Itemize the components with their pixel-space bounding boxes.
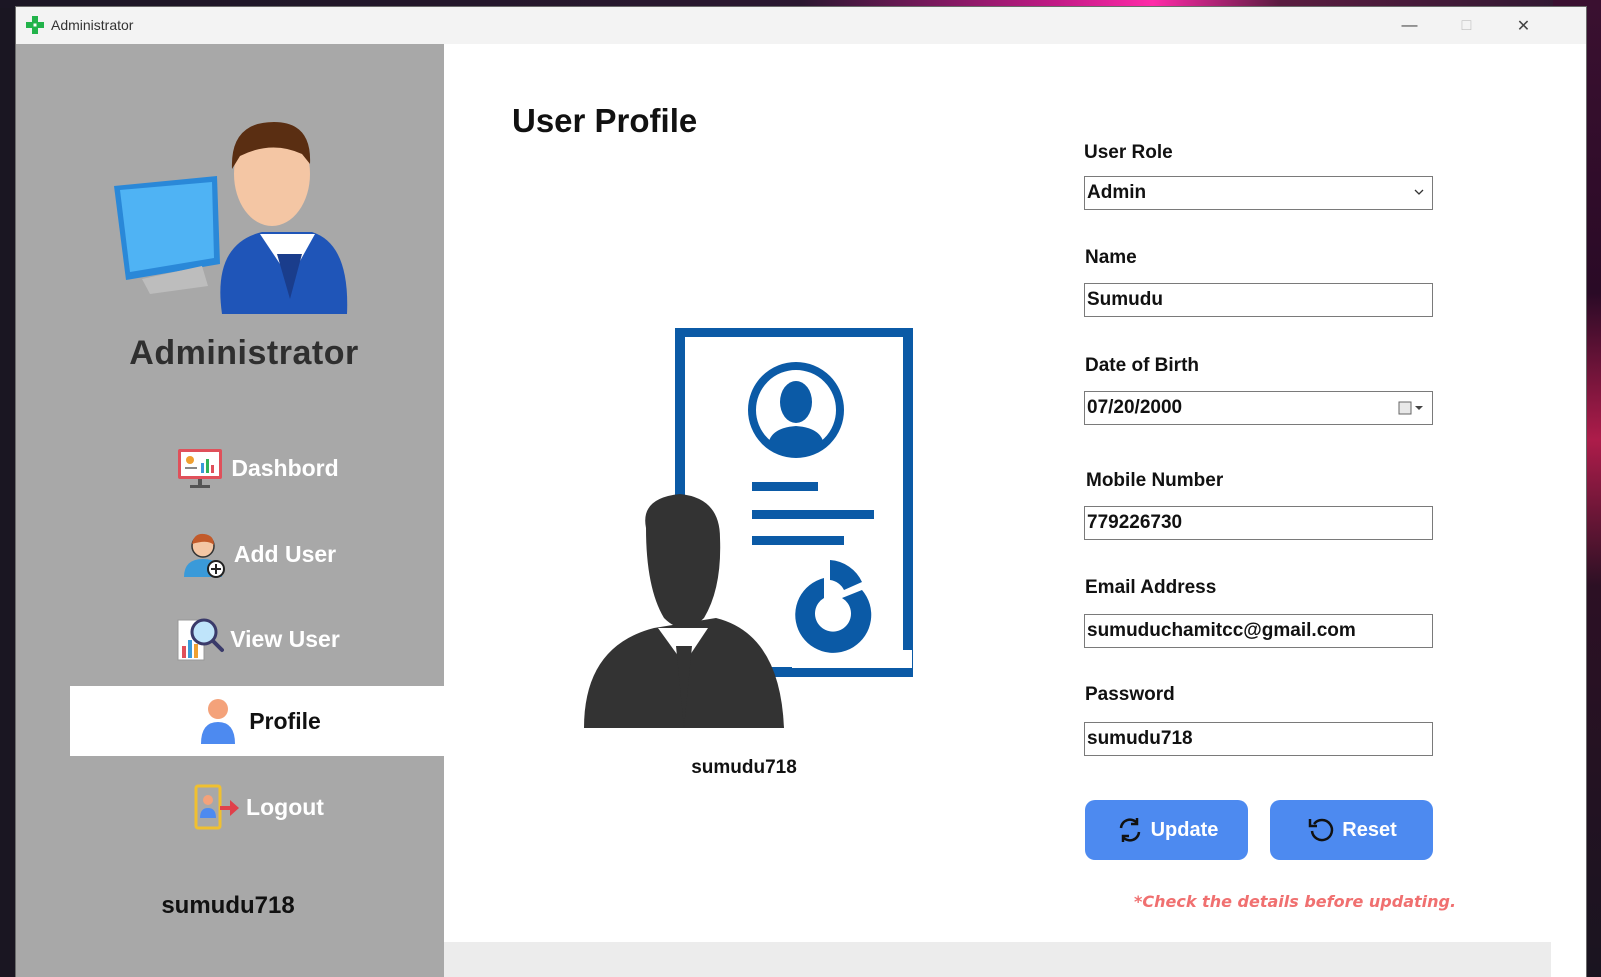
sidebar-item-label: View User [230,625,340,652]
user-profile-illustration-icon [584,328,913,728]
sidebar-item-label: Dashbord [231,454,339,481]
minimize-button[interactable]: — [1381,7,1438,44]
dob-date-picker[interactable]: 07/20/2000 [1084,391,1433,425]
update-button[interactable]: Update [1085,800,1248,860]
email-label: Email Address [1085,577,1217,598]
user-role-value: Admin [1087,182,1147,203]
sidebar-username: sumudu718 [161,892,295,919]
window-title: Administrator [51,17,134,33]
sidebar-item-label: Logout [246,793,324,820]
email-value: sumuduchamitcc@gmail.com [1087,620,1356,641]
sidebar-item-label: Add User [233,540,337,567]
sidebar-item-label: Profile [249,707,321,734]
sidebar-item-profile[interactable]: Profile [70,686,444,756]
title-bar: Administrator — □ ✕ [16,7,1586,44]
mobile-label: Mobile Number [1086,470,1224,491]
password-field[interactable]: sumudu718 [1084,722,1433,756]
dob-label: Date of Birth [1085,355,1199,376]
name-value: Sumudu [1087,289,1163,310]
update-warning-note: *Check the details before updating. [1134,892,1457,911]
refresh-icon [1119,818,1140,842]
add-user-icon [183,533,225,578]
sidebar-item-dashboard[interactable]: Dashbord [70,433,444,503]
mobile-value: 779226730 [1087,512,1183,533]
email-field[interactable]: sumuduchamitcc@gmail.com [1084,614,1433,648]
main-content: User Profile sumudu718 User Role Admin N… [444,44,1551,942]
chevron-down-icon [1414,189,1424,195]
name-field[interactable]: Sumudu [1084,283,1433,317]
bottom-bar [444,942,1551,977]
sidebar-item-logout[interactable]: Logout [70,772,444,842]
reset-button-label: Reset [1342,818,1397,841]
dashboard-icon [178,449,223,488]
password-label: Password [1085,684,1175,705]
update-button-label: Update [1150,818,1219,841]
dob-value: 07/20/2000 [1087,397,1183,418]
admin-avatar-icon [114,122,348,314]
profile-icon [201,699,236,744]
page-title: User Profile [512,102,698,139]
reset-button[interactable]: Reset [1270,800,1433,860]
calendar-dropdown-icon[interactable] [1398,400,1424,416]
reset-icon [1309,818,1334,842]
password-value: sumudu718 [1087,728,1193,749]
maximize-button[interactable]: □ [1438,7,1495,44]
mobile-field[interactable]: 779226730 [1084,506,1433,540]
medical-cross-icon [26,16,44,34]
sidebar-item-view-user[interactable]: View User [70,604,444,674]
name-label: Name [1085,247,1137,268]
sidebar-title: Administrator [129,334,359,372]
user-role-select[interactable]: Admin [1084,176,1433,210]
view-user-icon [177,618,225,661]
sidebar: Administrator Dashbord Add User View Use… [16,44,444,977]
close-button[interactable]: ✕ [1495,7,1552,44]
profile-username: sumudu718 [691,757,797,778]
user-role-label: User Role [1084,142,1173,163]
app-window: Administrator — □ ✕ Administrator Dashbo… [16,7,1586,977]
sidebar-item-add-user[interactable]: Add User [70,519,444,589]
logout-icon [194,784,240,830]
